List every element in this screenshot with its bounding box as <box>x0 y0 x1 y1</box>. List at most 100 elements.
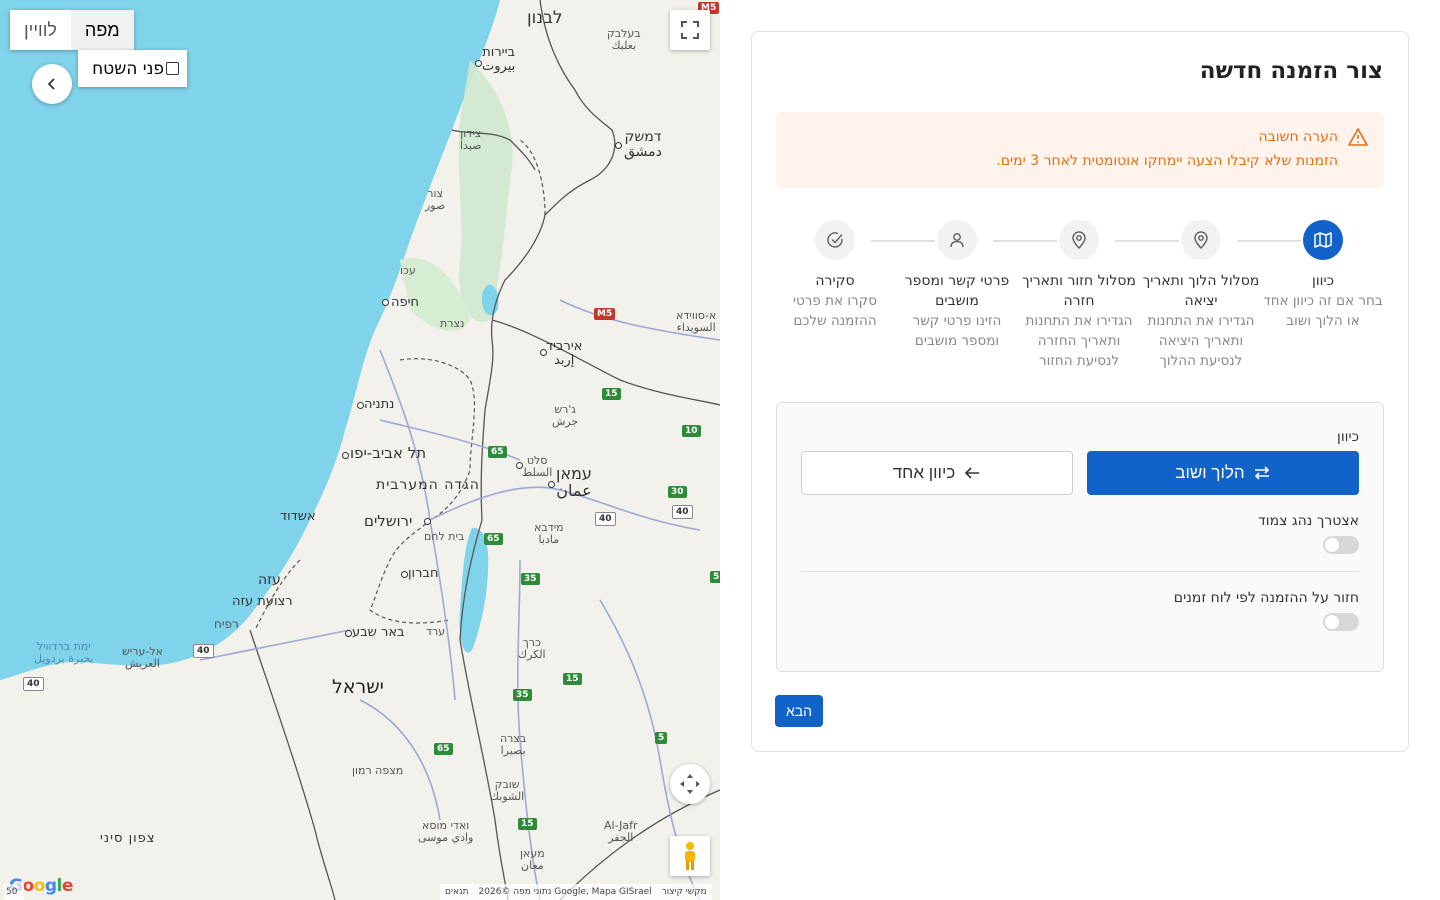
notice-body: הזמנות שלא קיבלו הצעה יימחקו אוטומטית לא… <box>996 153 1338 169</box>
step-title: כיוון <box>1312 273 1334 289</box>
label-suwayda: א-סווידא السويداء <box>676 309 717 334</box>
city-dot <box>345 630 352 637</box>
driver-label: אצטרך נהג צמוד <box>1258 513 1359 529</box>
label-maan: מעאן معان <box>520 847 545 872</box>
divider <box>801 571 1359 572</box>
label-madaba: מידבא مادبا <box>534 521 564 546</box>
label-hebron: חברון <box>408 566 439 581</box>
camera-control-button[interactable] <box>670 764 710 804</box>
label-northsinai: צפון סיני <box>100 831 156 846</box>
important-notice: הערה חשובה הזמנות שלא קיבלו הצעה יימחקו … <box>776 112 1384 188</box>
label-bardawil: ימת ברדוויל بحيرة بردويل <box>34 640 94 665</box>
terrain-checkbox[interactable] <box>166 62 179 75</box>
move-arrows-icon <box>680 774 700 794</box>
warning-icon <box>1348 128 1368 146</box>
label-israel: ישראל <box>332 676 384 698</box>
step-review[interactable]: סקירה סקרו את פרטי ההזמנה שלכם <box>774 220 896 331</box>
road-badge: 65 <box>484 533 503 545</box>
city-dot <box>357 402 364 409</box>
label-lebanon: לבנון <box>527 8 563 28</box>
city-dot <box>424 518 431 525</box>
road-badge: 65 <box>488 446 507 458</box>
next-button[interactable]: הבא <box>775 695 823 727</box>
map-pin-icon <box>1072 231 1086 250</box>
label-shobak: שובק الشوبك <box>490 778 525 803</box>
direction-label: כיוון <box>1337 429 1359 445</box>
step-desc: סקרו את פרטי ההזמנה שלכם <box>793 293 877 329</box>
road-badge: 5 <box>655 732 668 744</box>
one-way-button[interactable]: כיוון אחד <box>801 451 1073 495</box>
map-view[interactable]: לבנון בעלבק بعلبك ביירות بيروت צידון صيد… <box>0 0 720 900</box>
label-gaza: עזה <box>258 572 281 588</box>
repeat-label: חזור על ההזמנה לפי לוח זמנים <box>1173 590 1359 606</box>
page-title: צור הזמנה חדשה <box>1199 58 1383 84</box>
label-acre: עכו <box>400 264 416 277</box>
dead-sea <box>459 527 489 653</box>
stepper: כיוון בחר אם זה כיוון אחד או הלוך ושוב מ… <box>752 220 1408 380</box>
label-beersheba: באר שבע <box>352 625 405 640</box>
street-view-pegman[interactable] <box>670 836 710 876</box>
one-way-label: כיוון אחד <box>892 463 956 482</box>
swap-arrows-icon <box>1254 466 1269 480</box>
step-title: מסלול חזור ותאריך חזרה <box>1022 273 1136 309</box>
label-arish: אל-עריש العريش <box>122 645 163 670</box>
pegman-icon <box>685 842 695 870</box>
road-badge: 15 <box>518 818 537 830</box>
driver-toggle[interactable] <box>1323 536 1359 554</box>
label-jerusalem: ירושלים <box>364 512 413 530</box>
collapse-panel-button[interactable] <box>32 64 72 104</box>
label-karak: כרך الكرك <box>518 636 546 661</box>
map-button[interactable]: מפה <box>70 10 134 50</box>
fullscreen-button[interactable] <box>670 10 710 50</box>
label-tyre: צור صور <box>425 187 446 212</box>
label-sidon: צידון صيدا <box>460 127 482 152</box>
label-nazareth: נצרת <box>440 317 465 330</box>
terrain-label: פני השטח <box>92 58 164 79</box>
label-arad: ערד <box>426 625 446 638</box>
label-amman: עמאן عمان <box>556 464 592 500</box>
repeat-toggle[interactable] <box>1323 613 1359 631</box>
road-badge: 35 <box>513 689 532 701</box>
label-tafilah: בצרה بصيرا <box>500 732 527 757</box>
road-badge: 30 <box>668 486 687 498</box>
road-badge: 5 <box>710 571 720 583</box>
booking-form-panel: צור הזמנה חדשה הערה חשובה הזמנות שלא קיב… <box>751 31 1409 752</box>
step-outbound[interactable]: מסלול הלוך ותאריך יציאה הגדירו את התחנות… <box>1140 220 1262 371</box>
label-beirut: ביירות بيروت <box>482 45 516 74</box>
step-direction[interactable]: כיוון בחר אם זה כיוון אחד או הלוך ושוב <box>1262 220 1384 331</box>
label-salt: סלט السلط <box>522 454 553 479</box>
road-badge: M5 <box>594 308 616 320</box>
map-attribution: תנאים נתוני מפה ©2026 Google, Mapa GISra… <box>440 884 712 900</box>
label-rafah: רפיח <box>214 617 239 631</box>
label-bethlehem: בית לחם <box>424 530 465 543</box>
terms-link[interactable]: תנאים <box>445 887 469 897</box>
step-return[interactable]: מסלול חזור ותאריך חזרה הגדירו את התחנות … <box>1018 220 1140 371</box>
road-badge: 40 <box>595 512 616 526</box>
label-damascus: דמשק دمشق <box>624 129 662 160</box>
label-telaviv: תל אביב-יפו <box>350 444 427 462</box>
label-netanya: נתניה <box>364 397 395 412</box>
round-trip-button[interactable]: הלוך ושוב <box>1087 451 1359 495</box>
terrain-toggle[interactable]: פני השטח <box>78 50 187 87</box>
direction-card: כיוון הלוך ושוב כיוון אחד אצטרך נהג צמוד… <box>776 402 1384 672</box>
city-dot <box>475 60 482 67</box>
label-jerash: ג'רש جرش <box>552 403 579 428</box>
road-badge: 65 <box>434 743 453 755</box>
label-mitzperamon: מצפה רמון <box>352 764 404 777</box>
user-icon <box>950 233 964 248</box>
label-baalbek: בעלבק بعلبك <box>607 27 641 52</box>
satellite-button[interactable]: לוויין <box>10 10 71 50</box>
step-contact[interactable]: פרטי קשר ומספר מושבים הזינו פרטי קשר ומס… <box>896 220 1018 351</box>
city-dot <box>401 571 408 578</box>
label-ashdod: אשדוד <box>280 509 316 524</box>
road-badge: 40 <box>193 644 214 658</box>
step-title: סקירה <box>815 273 855 289</box>
keyboard-shortcuts-link[interactable]: מקשי קיצור <box>662 887 707 897</box>
label-jafr: Al-Jafr الجفر <box>604 819 638 844</box>
map-data-text: נתוני מפה ©2026 Google, Mapa GISrael <box>478 887 652 897</box>
map-pin-icon <box>1194 231 1208 250</box>
road-badge: 15 <box>602 388 621 400</box>
road-badge: 40 <box>672 505 693 519</box>
check-circle-icon <box>827 232 843 248</box>
label-irbid: אירביד إربد <box>546 339 583 368</box>
